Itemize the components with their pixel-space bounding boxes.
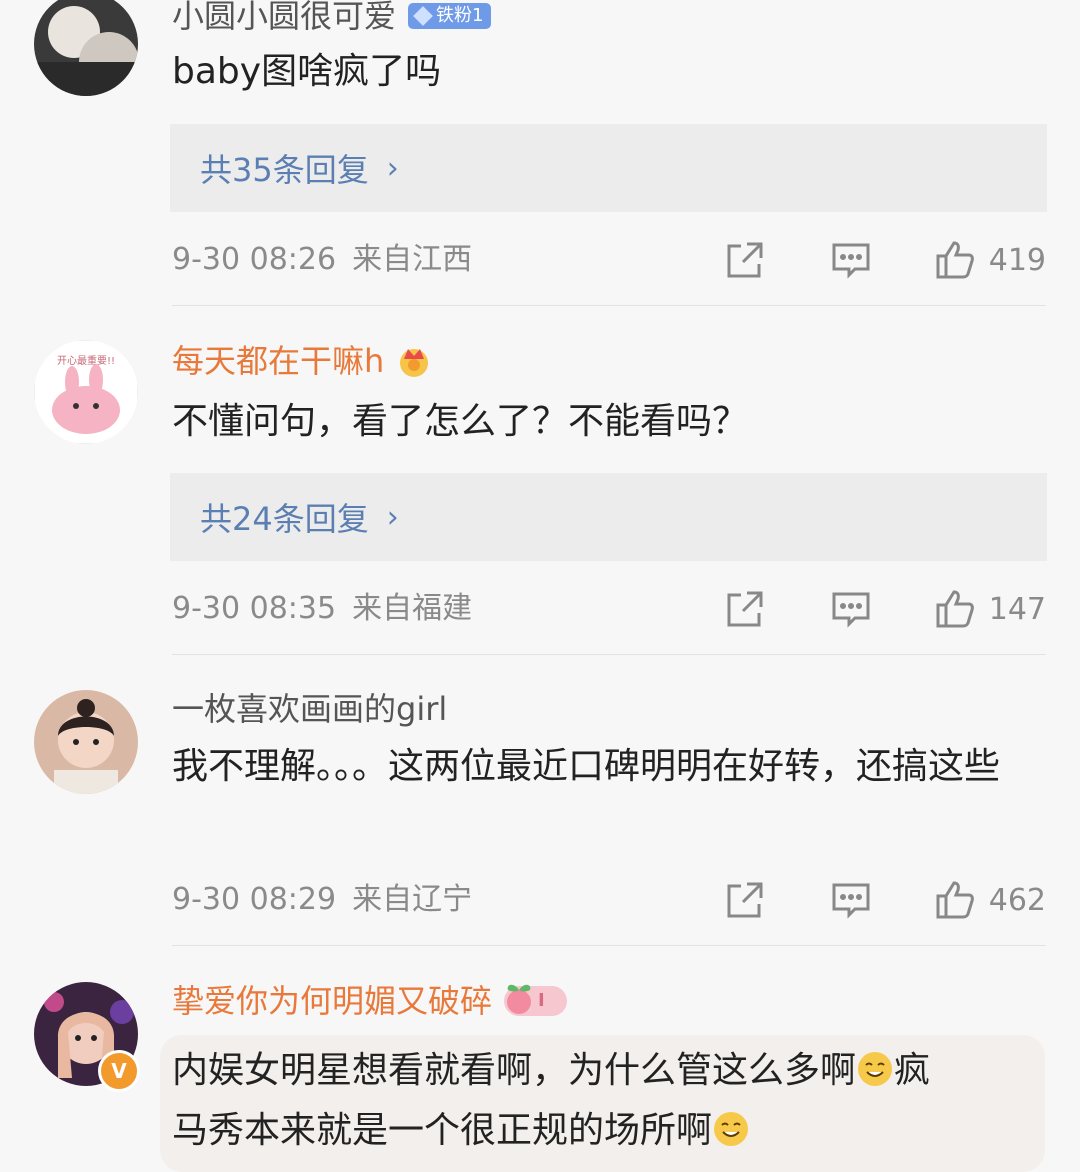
username[interactable]: 小圆小圆很可爱 铁粉1 (172, 0, 492, 35)
text-line-1-tail: 疯 (894, 1050, 931, 1091)
username-text: 挚爱你为何明媚又破碎 (172, 982, 493, 1020)
like-icon[interactable] (935, 589, 975, 629)
timestamp: 9-30 08:29 (172, 882, 337, 917)
timestamp: 9-30 08:35 (172, 591, 337, 626)
comment-text: 不懂问句，看了怎么了？不能看吗？ (172, 401, 749, 442)
like-icon[interactable] (935, 880, 975, 920)
username-text: 一枚喜欢画画的girl (172, 690, 448, 728)
view-replies-button[interactable]: 共24条回复 › (170, 473, 1047, 561)
text-line-2: 马秀本来就是一个很正规的场所啊 (172, 1110, 713, 1151)
avatar[interactable] (34, 690, 138, 794)
comment-icon[interactable] (831, 880, 871, 920)
location: 来自福建 (352, 591, 473, 626)
divider (172, 305, 1046, 306)
username[interactable]: 每天都在干嘛h (172, 343, 432, 379)
comment-icon[interactable] (831, 589, 871, 629)
action-bar: 462 (725, 880, 1046, 920)
comment-meta: 9-30 08:29 来自辽宁 (172, 885, 472, 915)
share-icon[interactable] (725, 589, 765, 629)
comment-line-1: 内娱女明星想看就看啊，为什么管这么多啊疯 (172, 1041, 1042, 1101)
timestamp: 9-30 08:26 (172, 242, 337, 277)
username-text: 每天都在干嘛h (172, 342, 385, 380)
like-count: 462 (988, 882, 1046, 918)
comment-line-2: 马秀本来就是一个很正规的场所啊 (172, 1101, 1042, 1161)
crown-icon (400, 349, 429, 377)
svg-text:开心最重要!!: 开心最重要!! (57, 354, 115, 367)
badge-label: I (538, 990, 545, 1011)
comment-text: baby图啥疯了吗 (172, 51, 442, 92)
divider (172, 945, 1046, 946)
share-icon[interactable] (725, 240, 765, 280)
action-bar: 147 (725, 589, 1046, 629)
replies-label: 共35条回复 (200, 151, 369, 189)
verified-icon: V (98, 1050, 140, 1092)
avatar[interactable] (34, 0, 138, 96)
like-count: 419 (988, 242, 1046, 278)
text-line-1: 内娱女明星想看就看啊，为什么管这么多啊 (172, 1050, 857, 1091)
view-replies-button[interactable]: 共35条回复 › (170, 124, 1047, 212)
like-icon[interactable] (935, 240, 975, 280)
location: 来自江西 (352, 242, 473, 277)
replies-label: 共24条回复 (200, 500, 369, 538)
location: 来自辽宁 (352, 882, 473, 917)
comment-meta: 9-30 08:26 来自江西 (172, 245, 472, 275)
chevron-right-icon: › (386, 150, 399, 186)
chevron-right-icon: › (386, 499, 399, 535)
username[interactable]: 一枚喜欢画画的girl (172, 693, 447, 725)
username-text: 小圆小圆很可爱 (172, 0, 397, 35)
fan-level-badge: I (504, 984, 567, 1016)
smile-emoji-icon (714, 1112, 749, 1146)
username[interactable]: 挚爱你为何明媚又破碎 I (172, 982, 567, 1020)
gem-icon (413, 6, 433, 26)
divider (172, 654, 1046, 655)
action-bar: 419 (725, 240, 1046, 280)
badge-label: 铁粉1 (436, 5, 484, 26)
fan-badge: 铁粉1 (408, 3, 492, 29)
sprout-icon (507, 984, 532, 1014)
comment-icon[interactable] (831, 240, 871, 280)
smile-emoji-icon (858, 1052, 893, 1086)
comment-text: 内娱女明星想看就看啊，为什么管这么多啊疯 马秀本来就是一个很正规的场所啊 (172, 1041, 1042, 1161)
like-count: 147 (988, 591, 1046, 627)
comment-text: 我不理解。。。这两位最近口碑明明在好转，还搞这些 (172, 746, 1001, 787)
comment-meta: 9-30 08:35 来自福建 (172, 594, 472, 624)
avatar[interactable]: 开心最重要!! (34, 340, 138, 444)
share-icon[interactable] (725, 880, 765, 920)
